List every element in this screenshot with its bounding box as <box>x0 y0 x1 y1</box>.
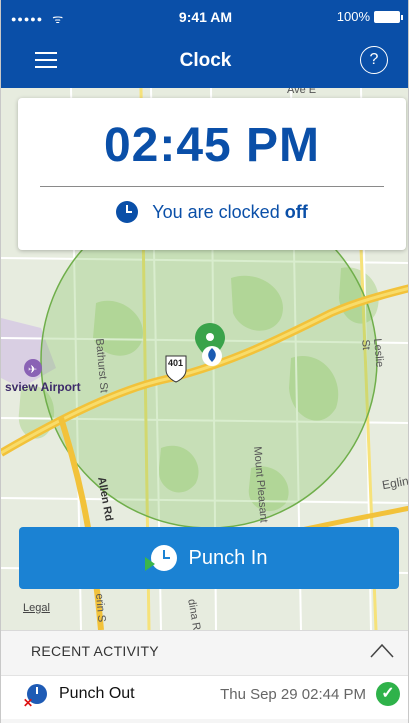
map-label-avenue: Ave E <box>287 88 317 96</box>
status-bar: ●●●●● ᯤ 9:41 AM 100% <box>1 0 408 36</box>
recent-activity-panel: RECENT ACTIVITY ✕ Punch Out Thu Sep 29 0… <box>1 630 408 723</box>
punch-clock-icon <box>144 545 177 571</box>
clock-status-text: You are clocked off <box>152 202 307 223</box>
recent-activity-header[interactable]: RECENT ACTIVITY <box>1 631 408 671</box>
battery-indicator: 100% <box>336 9 403 24</box>
map-label-airport: sview Airport <box>5 380 81 394</box>
svg-text:✈: ✈ <box>28 363 37 376</box>
list-item[interactable]: ✕ Punch Out Thu Sep 29 02:44 PM ✓ <box>1 675 408 719</box>
legal-link[interactable]: Legal <box>23 602 50 614</box>
map-label-leslie: Leslie St <box>359 338 386 368</box>
clock-icon <box>116 201 139 223</box>
clock-status-value: off <box>284 201 308 222</box>
divider <box>40 186 384 187</box>
recent-activity-title: RECENT ACTIVITY <box>31 643 159 659</box>
nav-bar: Clock ? <box>1 36 408 88</box>
map-label-bottom1: erin S <box>93 593 108 623</box>
help-icon[interactable]: ? <box>360 46 388 74</box>
cross-icon: ✕ <box>23 696 34 710</box>
punch-in-button[interactable]: Punch In <box>19 527 399 589</box>
punch-in-label: Punch In <box>188 546 268 569</box>
battery-percent: 100% <box>336 9 370 24</box>
page-title: Clock <box>179 50 232 71</box>
clock-card: 02:45 PM You are clocked off <box>18 98 406 250</box>
phone-frame: ●●●●● ᯤ 9:41 AM 100% Clock ? ✈ sview Air… <box>0 0 409 723</box>
clock-status-prefix: You are clocked <box>152 201 285 222</box>
activity-label: Punch Out <box>59 685 135 702</box>
check-icon: ✓ <box>376 682 400 706</box>
map-label-highway: 401 <box>168 358 184 368</box>
activity-time: Thu Sep 29 02:44 PM <box>220 686 366 703</box>
current-time: 02:45 PM <box>103 119 321 172</box>
punch-arrow-icon <box>144 557 155 571</box>
chevron-up-icon[interactable] <box>370 641 394 661</box>
clock-status: You are clocked off <box>18 201 406 223</box>
battery-icon <box>374 10 403 23</box>
